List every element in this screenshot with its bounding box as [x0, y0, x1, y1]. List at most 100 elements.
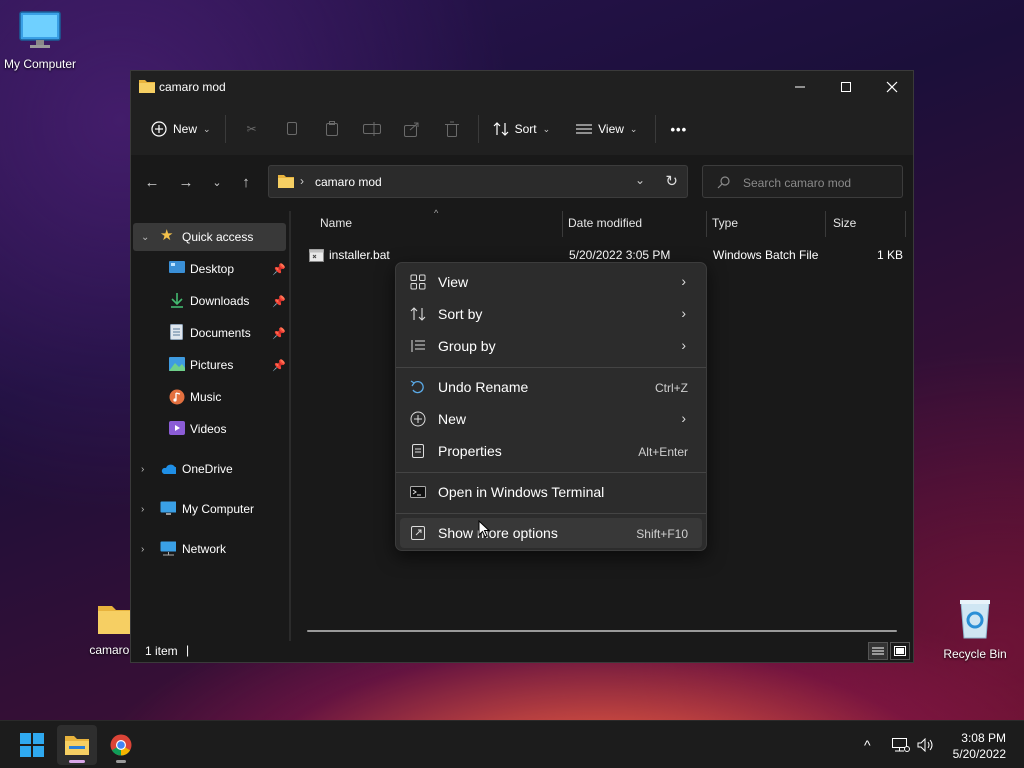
sidebar-item-label: Pictures	[190, 358, 234, 372]
sidebar-item-network[interactable]: › Network	[133, 535, 286, 563]
sidebar-item-documents[interactable]: Documents 📌	[133, 319, 286, 347]
sidebar-item-videos[interactable]: Videos	[133, 415, 286, 443]
view-list-icon	[576, 124, 593, 134]
copy-button[interactable]	[272, 113, 312, 145]
network-wired-icon	[892, 738, 910, 752]
menu-item-open-terminal[interactable]: Open in Windows Terminal	[400, 477, 702, 507]
title-bar[interactable]: camaro mod	[131, 71, 913, 103]
details-view-icon	[872, 647, 884, 655]
network-status-button[interactable]	[892, 721, 910, 768]
toolbar-divider	[224, 115, 226, 143]
taskbar-clock[interactable]: 3:08 PM 5/20/2022	[953, 730, 1006, 762]
menu-item-label: Show more options	[438, 525, 558, 541]
column-divider[interactable]	[825, 211, 826, 237]
column-header-type[interactable]: Type	[712, 216, 738, 230]
minimize-icon	[795, 86, 805, 88]
search-icon	[717, 176, 730, 189]
documents-icon	[170, 324, 183, 340]
column-header-size[interactable]: Size	[833, 216, 856, 230]
music-icon	[169, 389, 185, 405]
column-header-date[interactable]: Date modified	[568, 216, 642, 230]
file-explorer-icon	[65, 736, 89, 755]
chevron-down-icon[interactable]: ⌄	[635, 173, 645, 187]
menu-item-shortcut: Shift+F10	[636, 527, 688, 541]
menu-separator	[396, 472, 706, 473]
more-options-button[interactable]: •••	[662, 113, 695, 145]
column-divider[interactable]	[706, 211, 707, 237]
sidebar-item-my-computer[interactable]: › My Computer	[133, 495, 286, 523]
sidebar-item-label: Downloads	[190, 294, 250, 308]
recycle-bin-icon	[935, 598, 1015, 643]
more-options-icon	[411, 526, 425, 540]
start-button[interactable]	[12, 725, 52, 765]
sidebar-item-music[interactable]: Music	[133, 383, 286, 411]
chevron-right-icon: ›	[681, 337, 686, 353]
videos-icon	[169, 421, 185, 435]
share-icon	[403, 122, 419, 137]
details-view-button[interactable]	[868, 642, 888, 660]
rename-button[interactable]	[352, 113, 392, 145]
star-icon: ★	[160, 227, 174, 244]
address-bar[interactable]: › camaro mod ⌄ ↻	[268, 165, 688, 198]
menu-item-sort-by[interactable]: Sort by ›	[400, 299, 702, 329]
menu-item-undo-rename[interactable]: Undo Rename Ctrl+Z	[400, 372, 702, 402]
plus-circle-icon	[410, 411, 426, 427]
file-size: 1 KB	[877, 248, 904, 262]
sidebar-item-desktop[interactable]: Desktop 📌	[133, 255, 286, 283]
desktop-icon-recycle-bin[interactable]: Recycle Bin	[935, 598, 1015, 661]
clock-date: 5/20/2022	[952, 747, 1006, 761]
minimize-button[interactable]	[777, 71, 823, 103]
pane-splitter[interactable]	[289, 211, 291, 641]
column-divider[interactable]	[905, 211, 906, 237]
menu-item-label: Group by	[438, 338, 496, 354]
breadcrumb-item[interactable]: camaro mod	[315, 175, 382, 189]
sort-button-label: Sort	[514, 122, 537, 136]
large-icons-view-button[interactable]	[890, 642, 910, 660]
recent-locations-button[interactable]: ⌄	[203, 171, 231, 193]
cut-button[interactable]: ✂	[232, 113, 272, 145]
chrome-icon	[110, 734, 132, 756]
sidebar-item-onedrive[interactable]: › OneDrive	[133, 455, 286, 483]
status-bar: 1 item |	[131, 639, 913, 663]
search-placeholder: Search camaro mod	[743, 176, 852, 190]
sidebar-item-label: Music	[190, 390, 222, 404]
forward-button[interactable]: →	[172, 171, 200, 193]
undo-icon	[410, 380, 424, 394]
view-button[interactable]: View ⌄	[568, 113, 645, 145]
sort-icon	[410, 307, 426, 321]
horizontal-scrollbar[interactable]	[307, 630, 897, 632]
taskbar-chrome[interactable]	[101, 725, 141, 765]
menu-item-view[interactable]: View ›	[400, 267, 702, 297]
sort-button[interactable]: Sort ⌄	[485, 113, 559, 145]
back-button[interactable]: ←	[138, 171, 166, 193]
volume-button[interactable]	[917, 721, 935, 768]
sidebar-item-quick-access[interactable]: ⌄ ★ Quick access	[133, 223, 286, 251]
sidebar-item-downloads[interactable]: Downloads 📌	[133, 287, 286, 315]
desktop-icon-label: Recycle Bin	[943, 647, 1007, 661]
file-date: 5/20/2022 3:05 PM	[569, 248, 671, 262]
menu-item-show-more-options[interactable]: Show more options Shift+F10	[400, 518, 702, 548]
chevron-right-icon: ›	[141, 543, 145, 555]
maximize-button[interactable]	[823, 71, 869, 103]
menu-item-properties[interactable]: Properties Alt+Enter	[400, 436, 702, 466]
menu-item-group-by[interactable]: Group by ›	[400, 331, 702, 361]
column-divider[interactable]	[562, 211, 563, 237]
delete-button[interactable]	[432, 113, 472, 145]
share-button[interactable]	[392, 113, 432, 145]
close-button[interactable]	[869, 71, 915, 103]
toolbar-divider	[477, 115, 479, 143]
show-hidden-icons-button[interactable]: ^	[864, 721, 871, 768]
column-header-name[interactable]: Name	[320, 216, 352, 230]
taskbar-file-explorer[interactable]	[57, 725, 97, 765]
desktop-icon-my-computer[interactable]: My Computer	[0, 10, 80, 71]
refresh-icon[interactable]: ↻	[665, 172, 678, 190]
pictures-icon	[169, 357, 185, 371]
up-button[interactable]: ↑	[232, 171, 260, 193]
paste-button[interactable]	[312, 113, 352, 145]
arrow-left-icon: ←	[144, 173, 160, 191]
file-name: installer.bat	[329, 248, 390, 262]
new-button[interactable]: New ⌄	[143, 113, 219, 145]
search-box[interactable]: Search camaro mod	[702, 165, 903, 198]
sidebar-item-pictures[interactable]: Pictures 📌	[133, 351, 286, 379]
menu-item-new[interactable]: New ›	[400, 404, 702, 434]
